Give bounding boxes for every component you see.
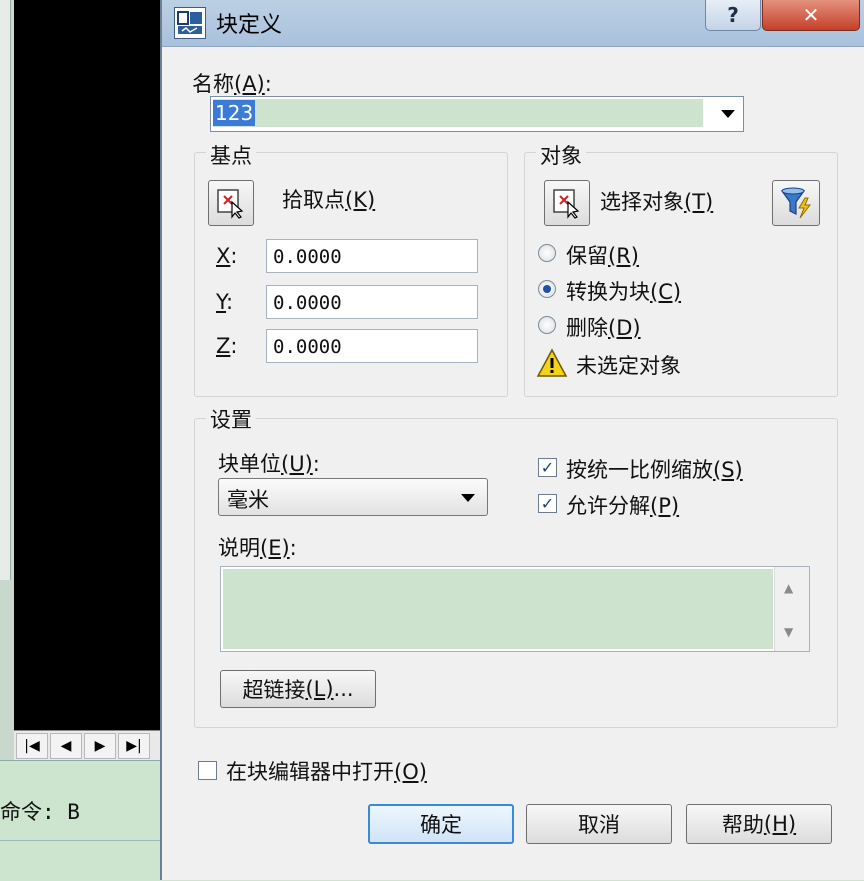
convert-to-block-radio[interactable]	[538, 280, 556, 298]
drawing-canvas[interactable]	[14, 0, 164, 730]
description-scrollbar[interactable]: ▲ ▼	[774, 567, 809, 651]
convert-to-block-label: 转换为块(C)	[566, 280, 682, 304]
description-label: 说明(E):	[218, 536, 297, 560]
first-tab-button[interactable]: |◀	[16, 733, 48, 759]
chevron-down-icon[interactable]	[721, 110, 735, 118]
x-label: X:	[216, 244, 238, 268]
quick-select-button[interactable]	[772, 180, 820, 226]
pick-point-icon	[217, 189, 244, 219]
pick-point-label: 拾取点(K)	[282, 188, 376, 212]
warning-icon	[536, 348, 568, 377]
block-definition-dialog: 块定义 ? ✕ 名称(A): 123 基点 拾取点(K) X: 0.0000 Y…	[160, 0, 864, 880]
name-label: 名称(A):	[192, 72, 272, 96]
pick-point-button[interactable]	[208, 180, 254, 226]
quick-select-filter-icon	[780, 187, 812, 219]
objects-group-title: 对象	[536, 140, 586, 170]
description-fill	[223, 569, 773, 649]
command-line-divider	[0, 840, 164, 841]
chevron-down-icon	[461, 494, 475, 502]
block-name-value[interactable]: 123	[213, 100, 256, 126]
open-in-block-editor-checkbox[interactable]	[198, 761, 217, 780]
name-input-fill	[213, 99, 703, 127]
delete-radio[interactable]	[538, 316, 556, 334]
next-tab-button[interactable]: ▶	[84, 733, 116, 759]
cad-left-strip	[0, 0, 11, 580]
titlebar-close-button[interactable]: ✕	[762, 0, 860, 31]
dialog-title: 块定义	[216, 13, 283, 38]
ok-button[interactable]: 确定	[368, 804, 514, 844]
select-objects-label: 选择对象(T)	[600, 190, 714, 214]
retain-radio[interactable]	[538, 244, 556, 262]
z-label: Z:	[216, 334, 238, 358]
base-point-group-title: 基点	[206, 140, 256, 170]
x-coordinate-input[interactable]: 0.0000	[266, 239, 478, 273]
settings-group-title: 设置	[206, 404, 256, 434]
z-coordinate-input[interactable]: 0.0000	[266, 329, 478, 363]
allow-exploding-checkbox[interactable]: ✓	[538, 494, 557, 513]
layout-tab-navigation: |◀ ◀ ▶ ▶|	[14, 730, 162, 761]
help-button[interactable]: 帮助 (H)	[686, 804, 832, 844]
y-coordinate-input[interactable]: 0.0000	[266, 285, 478, 319]
open-in-block-editor-label: 在块编辑器中打开(O)	[226, 760, 427, 784]
cancel-button[interactable]: 取消	[526, 804, 672, 844]
block-definition-icon	[174, 7, 206, 39]
description-textarea[interactable]: ▲ ▼	[220, 566, 810, 652]
scale-uniformly-label: 按统一比例缩放(S)	[566, 458, 743, 482]
block-unit-select[interactable]: 毫米	[218, 478, 488, 516]
delete-label: 删除(D)	[566, 316, 641, 340]
scale-uniformly-checkbox[interactable]: ✓	[538, 458, 557, 477]
previous-tab-button[interactable]: ◀	[50, 733, 82, 759]
select-objects-button[interactable]	[544, 180, 590, 226]
y-label: Y:	[216, 290, 234, 314]
scroll-up-icon[interactable]: ▲	[784, 581, 793, 595]
block-name-combobox[interactable]: 123	[210, 96, 744, 132]
scroll-down-icon[interactable]: ▼	[784, 625, 793, 639]
select-objects-icon	[553, 189, 580, 219]
command-line-text: 命令: B	[0, 800, 80, 824]
no-objects-selected-status: 未选定对象	[576, 354, 681, 378]
retain-label: 保留(R)	[566, 244, 639, 268]
hyperlink-button[interactable]: 超链接 (L)...	[220, 670, 376, 708]
block-unit-value: 毫米	[227, 488, 269, 512]
last-tab-button[interactable]: ▶|	[118, 733, 150, 759]
titlebar-help-button[interactable]: ?	[705, 0, 761, 31]
block-unit-label: 块单位(U):	[218, 452, 320, 476]
dialog-titlebar[interactable]: 块定义 ? ✕	[162, 0, 864, 47]
allow-exploding-label: 允许分解(P)	[566, 494, 680, 518]
